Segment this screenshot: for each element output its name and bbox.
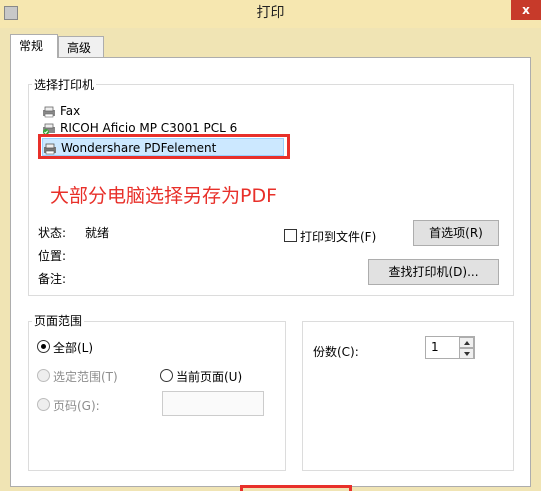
select-printer-legend: 选择打印机 (32, 78, 97, 92)
all-pages-radio[interactable] (37, 340, 50, 353)
print-to-file-checkbox[interactable] (284, 229, 297, 242)
find-printer-button[interactable]: 查找打印机(D)... (368, 259, 499, 285)
preferences-button[interactable]: 首选项(R) (413, 220, 499, 246)
selection-label: 选定范围(T) (53, 370, 118, 384)
copies-value: 1 (431, 340, 439, 354)
status-value: 就绪 (85, 226, 110, 240)
printer-name: RICOH Aficio MP C3001 PCL 6 (60, 121, 238, 135)
copies-up-button[interactable] (459, 337, 474, 348)
pages-label: 页码(G): (53, 399, 100, 413)
red-highlight-box-bottom (240, 485, 352, 491)
current-page-radio[interactable] (160, 369, 173, 382)
window-title: 打印 (256, 5, 285, 21)
copies-label: 份数(C): (313, 345, 359, 359)
annotation-text: 大部分电脑选择另存为PDF (50, 185, 278, 207)
selection-radio[interactable] (37, 369, 50, 382)
page-range-legend: 页面范围 (32, 314, 85, 328)
pages-input[interactable] (162, 391, 264, 416)
arrow-down-icon (464, 352, 470, 356)
print-to-file-label: 打印到文件(F) (300, 230, 377, 244)
fax-printer-icon (43, 106, 55, 117)
status-label: 状态: (38, 226, 67, 240)
all-pages-label: 全部(L) (53, 341, 94, 355)
location-label: 位置: (38, 249, 67, 263)
pages-radio[interactable] (37, 398, 50, 411)
tab-advanced[interactable]: 高级 (58, 36, 104, 58)
tab-general[interactable]: 常规 (10, 34, 58, 58)
close-button[interactable]: x (511, 0, 541, 20)
current-page-label: 当前页面(U) (176, 370, 243, 384)
arrow-up-icon (464, 341, 470, 345)
default-printer-icon (43, 123, 55, 135)
copies-down-button[interactable] (459, 348, 474, 359)
red-highlight-box (38, 134, 290, 159)
printer-item-fax[interactable]: Fax (42, 102, 80, 120)
comment-label: 备注: (38, 272, 67, 286)
printer-name: Fax (60, 104, 81, 118)
